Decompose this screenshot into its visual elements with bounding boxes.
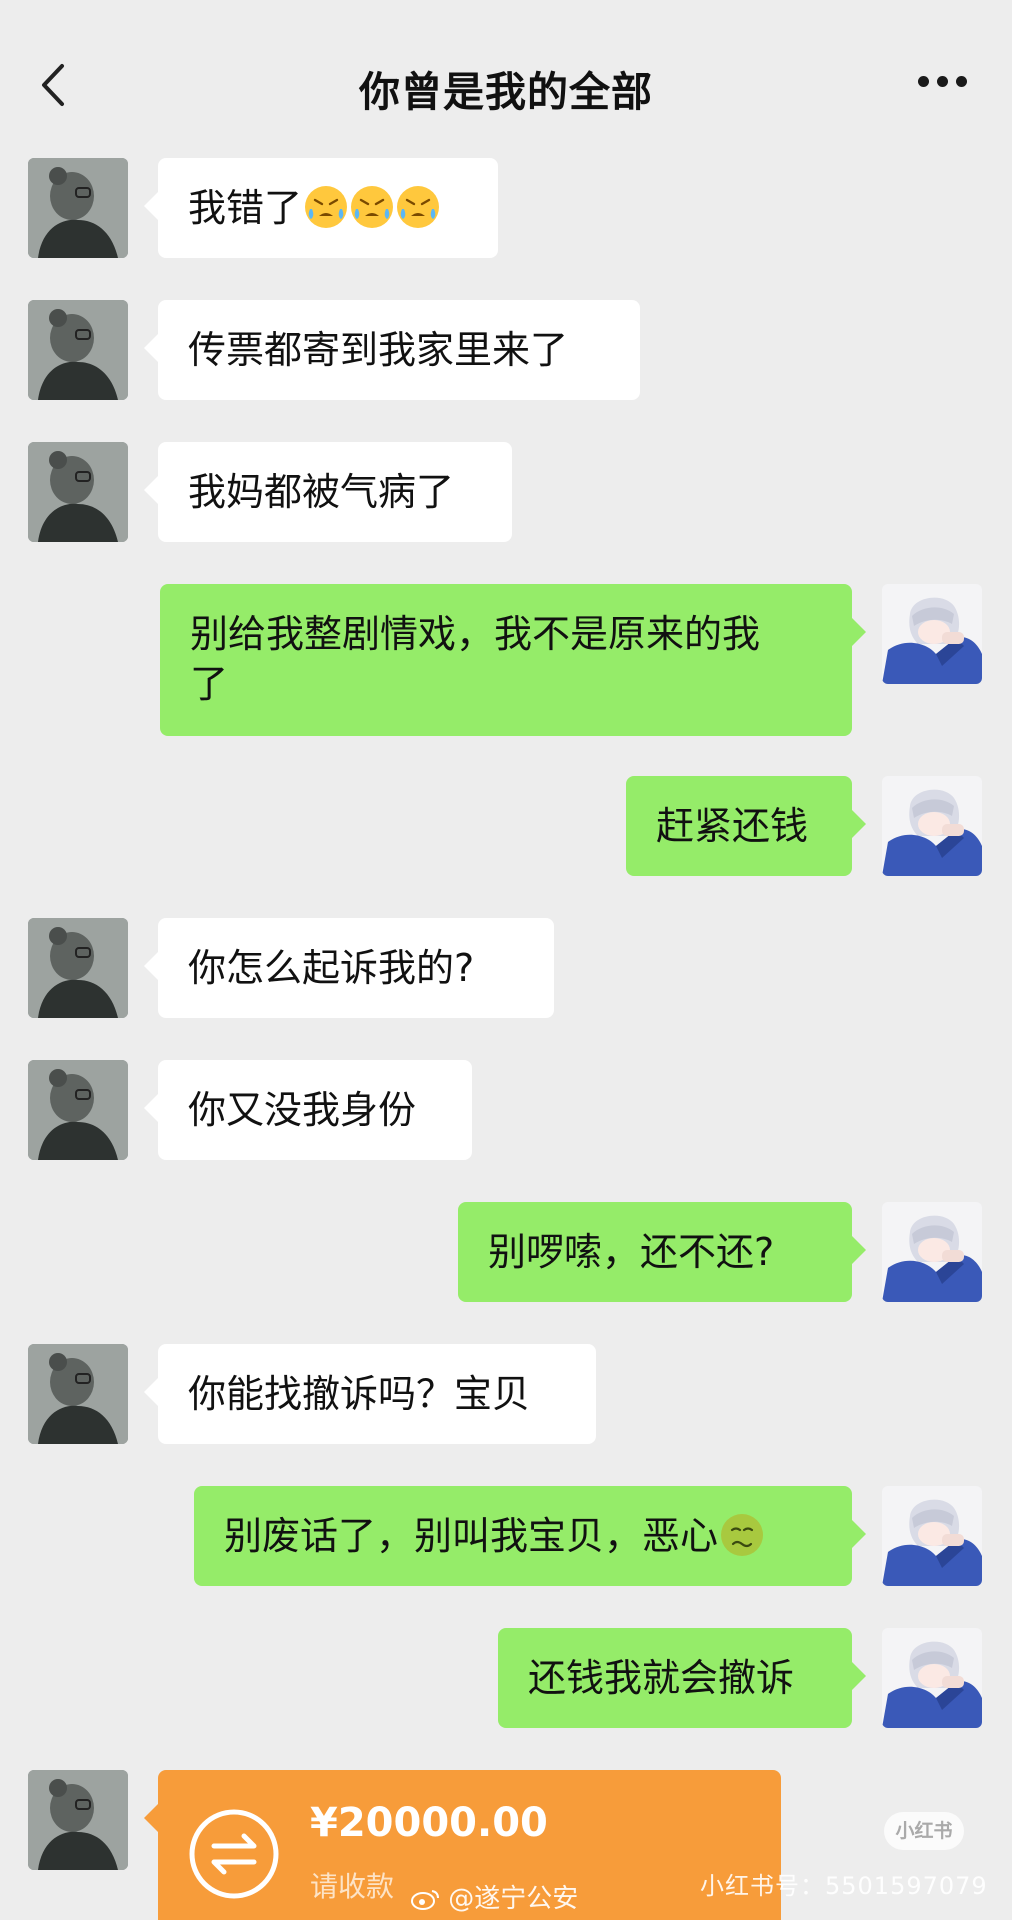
outgoing-message[interactable]: 赶紧还钱 [626, 776, 866, 876]
message-text: 你又没我身份 [188, 1088, 417, 1132]
message-text: 你怎么起诉我的? [188, 946, 475, 990]
incoming-message[interactable]: 你能找撤诉吗？宝贝 [144, 1344, 596, 1444]
contact-avatar[interactable] [28, 1344, 128, 1444]
my-avatar[interactable] [882, 1628, 982, 1728]
xiaohongshu-id-watermark: 小红书号：5501597079 [700, 1872, 988, 1900]
more-dots-icon[interactable] [918, 76, 968, 90]
my-avatar[interactable] [882, 584, 982, 684]
chat-title: 你曾是我的全部 [359, 68, 653, 116]
message-text: 传票都寄到我家里来了 [188, 328, 569, 372]
incoming-message[interactable]: 传票都寄到我家里来了 [144, 300, 640, 400]
my-avatar[interactable] [882, 1486, 982, 1586]
message-text: 赶紧还钱 [656, 804, 809, 848]
transfer-label: 请收款 [310, 1870, 395, 1903]
incoming-message[interactable]: 你又没我身份 [144, 1060, 472, 1160]
contact-avatar[interactable] [28, 158, 128, 258]
chat-header: 你曾是我的全部 [0, 0, 1012, 140]
message-text: 别啰嗦，还不还? [488, 1230, 775, 1274]
nauseated-face-emoji-icon [720, 1513, 765, 1557]
message-text-line: 了 [190, 662, 229, 706]
my-avatar[interactable] [882, 1202, 982, 1302]
message-text: 还钱我就会撤诉 [528, 1656, 795, 1700]
tear-face-emoji-icon [350, 185, 395, 229]
transfer-amount: ¥20000.00 [310, 1800, 548, 1846]
contact-avatar[interactable] [28, 918, 128, 1018]
my-avatar[interactable] [882, 776, 982, 876]
contact-avatar[interactable] [28, 1060, 128, 1160]
message-text: 我错了 [188, 186, 303, 230]
incoming-message[interactable]: 我错了 [144, 158, 498, 258]
tear-face-emoji-icon [396, 185, 441, 229]
incoming-message[interactable]: 我妈都被气病了 [144, 442, 512, 542]
outgoing-message[interactable]: 还钱我就会撤诉 [498, 1628, 866, 1728]
incoming-message[interactable]: 你怎么起诉我的? [144, 918, 554, 1018]
contact-avatar[interactable] [28, 1770, 128, 1870]
message-text: 我妈都被气病了 [188, 470, 455, 514]
outgoing-message[interactable]: 别啰嗦，还不还? [458, 1202, 866, 1302]
outgoing-message[interactable]: 别给我整剧情戏，我不是原来的我 了 [160, 584, 866, 736]
message-text: 别废话了，别叫我宝贝，恶心 [224, 1514, 719, 1558]
contact-avatar[interactable] [28, 300, 128, 400]
transfer-arrows-icon [189, 1809, 279, 1899]
message-text: 你能找撤诉吗？宝贝 [188, 1372, 531, 1416]
xiaohongshu-watermark-badge: 小红书 [884, 1812, 964, 1850]
weibo-watermark: @遂宁公安 [410, 1878, 578, 1915]
message-text-line: 别给我整剧情戏，我不是原来的我 [190, 612, 761, 656]
contact-avatar[interactable] [28, 442, 128, 542]
weibo-watermark-text: @遂宁公安 [448, 1884, 579, 1914]
tear-face-emoji-icon [304, 185, 349, 229]
outgoing-message[interactable]: 别废话了，别叫我宝贝，恶心 [194, 1486, 866, 1586]
weibo-icon [411, 1890, 439, 1910]
